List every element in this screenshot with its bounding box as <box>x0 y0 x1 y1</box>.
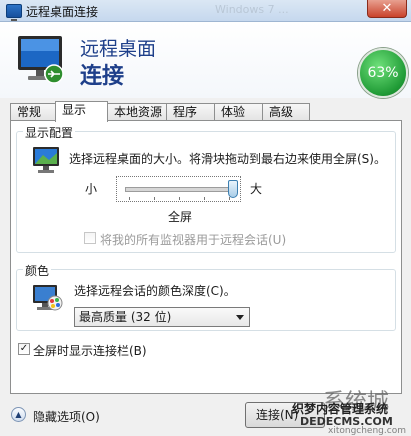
slider-tick <box>154 197 155 200</box>
window-title: 远程桌面连接 <box>26 5 99 19</box>
close-button[interactable]: ✕ <box>367 0 407 18</box>
background-window-title: Windows 7 ... <box>215 3 289 16</box>
tab-display[interactable]: 显示 <box>55 101 108 122</box>
slider-min-label: 小 <box>85 182 98 196</box>
color-depth-description: 选择远程会话的颜色深度(C)。 <box>74 284 236 298</box>
colors-group: 颜色 选择远程会话的颜色深度(C)。 最高质量 (32 位) <box>16 262 396 331</box>
display-size-slider[interactable] <box>116 176 241 202</box>
slider-tick <box>204 197 205 200</box>
hide-options-link[interactable]: 隐藏选项(O) <box>33 408 100 425</box>
slider-tick <box>179 197 180 200</box>
watermark: 系统城 织梦内容管理系统 DEDECMS.COM xitongcheng.com <box>278 384 411 436</box>
slider-thumb[interactable] <box>228 180 238 198</box>
display-tab-panel: 显示配置 选择远程桌面的大小。将滑块拖动到最右边来使用全屏(S)。 小 大 全屏… <box>10 120 402 394</box>
remote-desktop-monitor-icon <box>18 36 64 84</box>
header-banner: 远程桌面 连接 <box>0 22 411 98</box>
fullscreen-bar-checkbox[interactable]: ✓ <box>18 343 30 355</box>
slider-max-label: 大 <box>250 182 263 196</box>
slider-track <box>125 187 235 192</box>
chevron-up-icon[interactable]: ▲ <box>11 407 26 422</box>
title-bar: 远程桌面连接 Windows 7 ... ✕ <box>0 0 411 22</box>
color-depth-value: 最高质量 (32 位) <box>79 310 172 324</box>
display-config-label: 显示配置 <box>23 124 76 141</box>
color-palette-icon <box>33 285 63 311</box>
display-config-group: 显示配置 选择远程桌面的大小。将滑块拖动到最右边来使用全屏(S)。 小 大 全屏… <box>16 124 396 253</box>
display-monitor-icon <box>33 147 59 173</box>
tab-local-resources[interactable]: 本地资源 <box>107 103 167 121</box>
display-size-description: 选择远程桌面的大小。将滑块拖动到最右边来使用全屏(S)。 <box>69 152 386 166</box>
fullscreen-bar-label: 全屏时显示连接栏(B) <box>33 344 147 358</box>
slider-value-label: 全屏 <box>168 210 193 224</box>
color-depth-select[interactable]: 最高质量 (32 位) <box>74 307 250 327</box>
header-title-line2: 连接 <box>80 64 125 89</box>
tab-programs[interactable]: 程序 <box>166 103 215 121</box>
multi-monitor-label: 将我的所有监视器用于远程会话(U) <box>100 233 287 247</box>
chevron-down-icon <box>236 315 244 320</box>
slider-tick <box>129 197 130 200</box>
app-monitor-icon <box>6 4 22 21</box>
watermark-line3: xitongcheng.com <box>328 426 406 436</box>
progress-indicator: 63% <box>358 48 408 98</box>
header-title-line1: 远程桌面 <box>80 38 157 60</box>
multi-monitor-checkbox[interactable] <box>84 232 96 244</box>
colors-label: 颜色 <box>23 262 52 279</box>
tab-experience[interactable]: 体验 <box>214 103 263 121</box>
tab-advanced[interactable]: 高级 <box>262 103 310 121</box>
tab-general[interactable]: 常规 <box>10 103 56 121</box>
